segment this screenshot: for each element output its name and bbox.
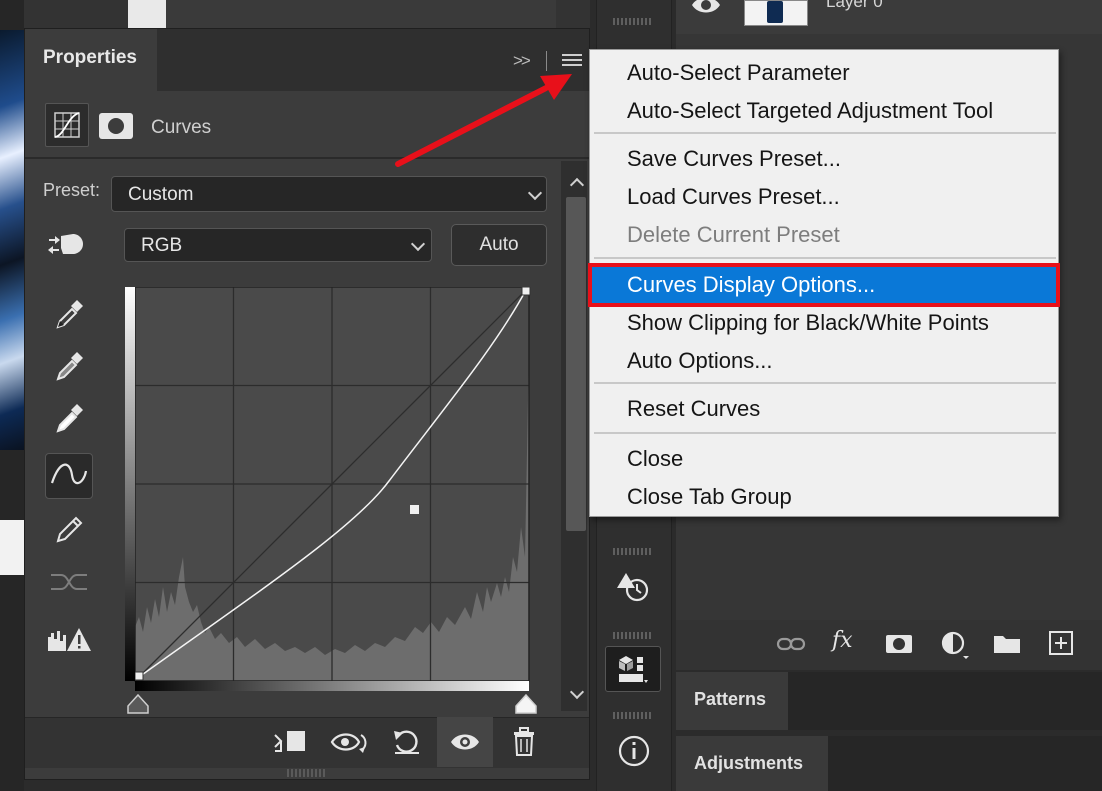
menu-item-delete-current-preset: Delete Current Preset: [627, 222, 840, 247]
properties-tab-label: Properties: [43, 47, 137, 68]
menu-separator: [594, 257, 1056, 259]
channel-dropdown[interactable]: RGB: [124, 228, 432, 262]
targeted-adjustment-hand-icon[interactable]: [47, 230, 87, 265]
menu-separator: [594, 132, 1056, 134]
link-layers-icon[interactable]: [776, 632, 806, 661]
curves-adjustment-icon[interactable]: [45, 103, 89, 147]
add-mask-icon[interactable]: [884, 632, 914, 661]
document-thumbnail: [128, 0, 166, 28]
menu-separator: [594, 432, 1056, 434]
menu-item-curves-display-options[interactable]: Curves Display Options...: [588, 263, 1060, 307]
menu-item-auto-select-targeted-adjustment-tool[interactable]: Auto-Select Targeted Adjustment Tool: [592, 93, 1056, 129]
history-brush-icon[interactable]: [607, 562, 661, 612]
chevron-down-icon: [410, 236, 426, 252]
smooth-curve-icon: [45, 559, 93, 605]
mask-icon[interactable]: [99, 113, 133, 139]
toggle-visibility-eye-icon[interactable]: [449, 729, 481, 760]
white-point-eyedropper-icon[interactable]: [45, 395, 93, 441]
canvas-image: [0, 30, 24, 450]
top-panel-area: [166, 0, 556, 28]
panel-flyout-menu: Auto-Select Parameter Auto-Select Target…: [588, 49, 1060, 517]
new-group-folder-icon[interactable]: [992, 632, 1022, 661]
output-gradient-bar: [125, 287, 135, 681]
menu-item-save-curves-preset[interactable]: Save Curves Preset...: [592, 141, 1056, 177]
input-gradient-bar: [135, 681, 529, 691]
dock-grip[interactable]: [613, 548, 653, 555]
dock-grip[interactable]: [613, 18, 653, 25]
layer-name[interactable]: Layer 0: [826, 0, 883, 12]
preset-value: Custom: [128, 184, 194, 205]
curves-grid-icon: [54, 112, 80, 138]
preset-dropdown[interactable]: Custom: [111, 176, 547, 212]
auto-button[interactable]: Auto: [451, 224, 547, 266]
menu-item-close-tab-group[interactable]: Close Tab Group: [592, 479, 1056, 515]
panel-resize-grip[interactable]: [287, 769, 327, 777]
layer-visibility-eye-icon[interactable]: [690, 0, 722, 21]
layer-effects-icon[interactable]: fx: [832, 628, 853, 653]
layer-thumbnail[interactable]: [744, 0, 808, 26]
curve-graph[interactable]: [125, 287, 531, 691]
menu-item-auto-select-parameter[interactable]: Auto-Select Parameter: [592, 55, 1056, 91]
dock-grip[interactable]: [613, 632, 653, 639]
reset-adjustment-icon[interactable]: [391, 727, 423, 762]
menu-item-show-clipping[interactable]: Show Clipping for Black/White Points: [592, 305, 1056, 341]
scrollbar-thumb[interactable]: [566, 197, 586, 531]
tab-adjustments-label: Adjustments: [694, 753, 804, 773]
info-icon[interactable]: [607, 726, 661, 776]
new-adjustment-layer-icon[interactable]: [940, 630, 970, 665]
histogram-clipping-warning-icon[interactable]: [45, 617, 93, 663]
layer-row[interactable]: [676, 0, 1102, 34]
canvas-image-edge: [0, 520, 24, 575]
dock-grip[interactable]: [613, 712, 653, 719]
chevron-down-icon: [527, 185, 543, 201]
black-input-slider-icon[interactable]: [125, 693, 151, 715]
tab-patterns-label: Patterns: [694, 689, 767, 709]
pencil-draw-icon[interactable]: [45, 507, 93, 553]
white-input-slider-icon[interactable]: [513, 693, 539, 715]
menu-item-auto-options[interactable]: Auto Options...: [592, 343, 1056, 379]
menu-separator: [594, 382, 1056, 384]
annotation-arrow: [395, 74, 572, 167]
menu-item-load-curves-preset[interactable]: Load Curves Preset...: [592, 179, 1056, 215]
preset-label: Preset:: [43, 180, 101, 200]
trash-icon[interactable]: [511, 727, 537, 762]
menu-item-reset-curves[interactable]: Reset Curves: [592, 391, 1056, 427]
adjustment-name: Curves: [151, 117, 212, 138]
clip-to-layer-icon[interactable]: [271, 727, 309, 762]
menu-item-close[interactable]: Close: [592, 441, 1056, 477]
view-previous-state-icon[interactable]: [329, 727, 369, 762]
new-layer-icon[interactable]: [1048, 630, 1074, 661]
gray-point-eyedropper-icon[interactable]: [45, 343, 93, 389]
libraries-panel-icon[interactable]: [605, 646, 661, 692]
black-point-eyedropper-icon[interactable]: [45, 291, 93, 337]
channel-value: RGB: [141, 235, 183, 256]
edit-points-curve-tool-icon[interactable]: [45, 453, 93, 499]
